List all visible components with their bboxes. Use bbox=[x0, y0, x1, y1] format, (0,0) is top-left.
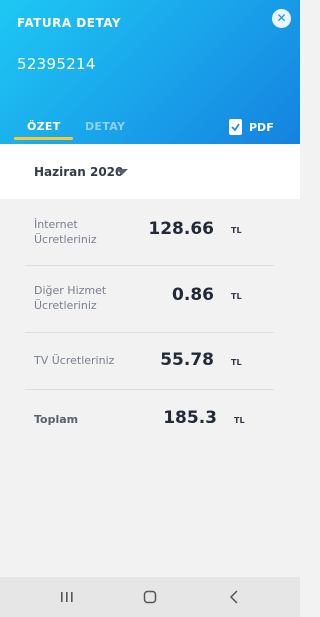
charge-label-other: Diğer Hizmet Ücretleriniz bbox=[34, 284, 107, 312]
back-icon bbox=[229, 590, 238, 604]
total-label: Toplam bbox=[34, 413, 79, 426]
close-button[interactable]: ✕ bbox=[272, 9, 291, 28]
charge-label-tv: TV Ücretleriniz bbox=[34, 354, 115, 367]
total-unit: TL bbox=[234, 416, 245, 425]
active-tab-indicator bbox=[14, 137, 73, 140]
close-icon: ✕ bbox=[276, 11, 287, 25]
system-nav-bar bbox=[0, 577, 300, 617]
home-button[interactable] bbox=[130, 577, 170, 617]
divider bbox=[25, 332, 274, 333]
charge-value-other: 0.86 bbox=[172, 285, 214, 305]
period-label: Haziran 2020 bbox=[34, 165, 124, 179]
total-value: 185.3 bbox=[163, 408, 217, 428]
pdf-download-icon bbox=[229, 119, 242, 135]
charge-value-tv: 55.78 bbox=[160, 350, 214, 370]
pdf-label: PDF bbox=[249, 120, 274, 134]
charge-unit-internet: TL bbox=[231, 226, 242, 235]
tab-ozet[interactable]: ÖZET bbox=[27, 120, 61, 133]
recent-apps-button[interactable] bbox=[47, 577, 87, 617]
summary-content: Haziran 2020 İnternet Ücretleriniz 128.6… bbox=[0, 144, 300, 577]
tab-detay[interactable]: DETAY bbox=[85, 120, 125, 133]
charge-label-internet: İnternet Ücretleriniz bbox=[34, 218, 97, 246]
charge-value-internet: 128.66 bbox=[148, 219, 214, 239]
pdf-button[interactable]: PDF bbox=[229, 118, 274, 136]
chevron-down-icon bbox=[116, 169, 128, 175]
charge-unit-other: TL bbox=[231, 292, 242, 301]
back-button[interactable] bbox=[214, 577, 254, 617]
charge-unit-tv: TL bbox=[231, 358, 242, 367]
home-icon bbox=[143, 590, 157, 604]
divider bbox=[25, 265, 274, 266]
recent-apps-icon bbox=[61, 592, 73, 602]
divider bbox=[25, 389, 274, 390]
page-title: FATURA DETAY bbox=[17, 16, 122, 30]
period-selector[interactable]: Haziran 2020 bbox=[0, 144, 300, 199]
header: FATURA DETAY ✕ 52395214 ÖZET DETAY PDF bbox=[0, 0, 300, 144]
account-number: 52395214 bbox=[17, 55, 96, 73]
